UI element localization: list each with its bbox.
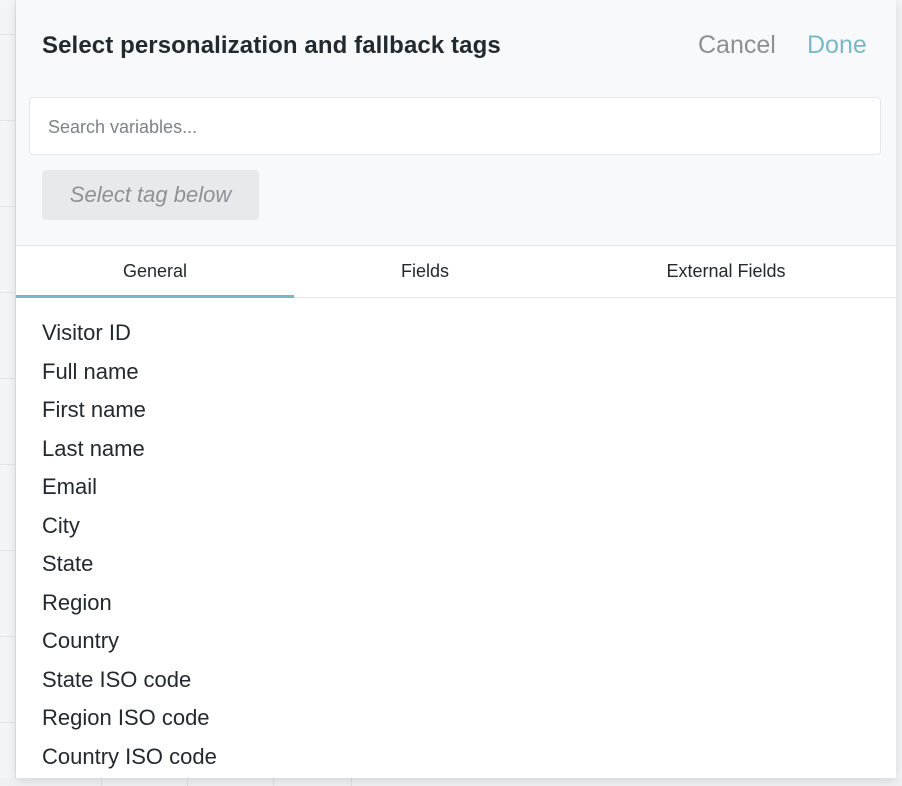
variable-item-city[interactable]: City [42,507,217,546]
variable-item-state[interactable]: State [42,545,217,584]
backdrop-gridline [0,636,16,637]
backdrop-gridline [351,778,352,786]
backdrop-gridline [0,378,16,379]
backdrop-gridline [101,778,102,786]
variable-item-region-iso-code[interactable]: Region ISO code [42,699,217,738]
modal-title: Select personalization and fallback tags [42,32,501,59]
backdrop-gridline [0,464,16,465]
variable-item-email[interactable]: Email [42,468,217,507]
tag-picker-modal: Select personalization and fallback tags… [16,0,896,778]
tab-external-fields[interactable]: External Fields [556,246,896,297]
backdrop-gridline [273,778,274,786]
backdrop-bottom-strip [0,778,902,786]
backdrop-gridline [0,120,16,121]
variable-item-last-name[interactable]: Last name [42,430,217,469]
variable-item-country-iso-code[interactable]: Country ISO code [42,738,217,777]
done-button[interactable]: Done [807,31,867,60]
variable-item-country[interactable]: Country [42,622,217,661]
tab-general[interactable]: General [16,246,294,298]
backdrop-gridline [0,292,16,293]
backdrop-gridline [0,34,16,35]
modal-header: Select personalization and fallback tags… [16,0,896,246]
variable-list: Visitor ID Full name First name Last nam… [42,314,217,776]
variable-item-region[interactable]: Region [42,584,217,623]
tab-bar: General Fields External Fields [16,246,896,298]
variable-item-visitor-id[interactable]: Visitor ID [42,314,217,353]
backdrop-gridline [0,206,16,207]
search-box[interactable] [29,97,881,156]
variable-item-state-iso-code[interactable]: State ISO code [42,661,217,700]
backdrop-gridline [0,550,16,551]
variable-item-full-name[interactable]: Full name [42,353,217,392]
cancel-button[interactable]: Cancel [698,31,776,60]
tab-fields[interactable]: Fields [294,246,556,297]
variable-item-first-name[interactable]: First name [42,391,217,430]
selected-tag-chip: Select tag below [42,170,259,220]
backdrop-gridline [0,722,16,723]
backdrop-gridline [187,778,188,786]
search-input[interactable] [46,98,850,156]
